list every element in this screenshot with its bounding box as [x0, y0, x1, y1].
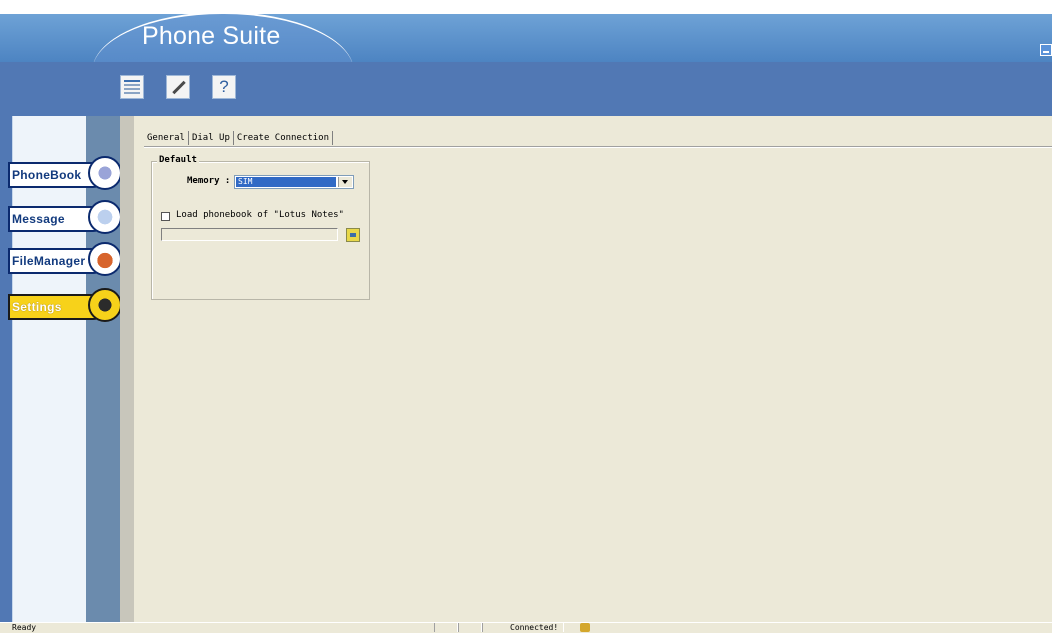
sidebar-panel	[12, 116, 87, 622]
lotus-path-input[interactable]	[161, 228, 338, 241]
status-bar: Ready Connected!	[0, 622, 1052, 633]
settings-icon	[88, 288, 122, 322]
tab-general[interactable]: General	[144, 131, 189, 145]
lotus-notes-label: Load phonebook of "Lotus Notes"	[176, 210, 344, 220]
sidebar-strip	[86, 116, 120, 622]
phonebook-icon	[88, 156, 122, 190]
message-icon	[88, 200, 122, 234]
tab-create-connection[interactable]: Create Connection	[234, 131, 333, 145]
browse-folder-icon[interactable]	[346, 228, 360, 242]
content-shade	[120, 116, 134, 622]
sidebar-item-label: Settings	[12, 300, 62, 314]
app-title: Phone Suite	[142, 22, 281, 50]
help-button[interactable]: ?	[212, 75, 236, 99]
lotus-notes-checkbox[interactable]	[161, 212, 170, 221]
document-button[interactable]	[120, 75, 144, 99]
memory-label: Memory :	[187, 176, 231, 186]
sidebar-item-label: PhoneBook	[12, 168, 82, 182]
settings-tabs: General Dial Up Create Connection	[144, 131, 333, 146]
edit-icon	[172, 80, 186, 95]
sidebar-rail	[0, 116, 12, 622]
connection-icon	[580, 623, 590, 632]
sidebar-item-message[interactable]: Message	[8, 200, 122, 234]
tab-dial-up[interactable]: Dial Up	[189, 131, 234, 145]
chevron-down-icon[interactable]	[338, 177, 352, 187]
document-icon	[124, 80, 140, 82]
memory-value: SIM	[236, 177, 336, 187]
minimize-button[interactable]	[1040, 44, 1052, 56]
title-bar: Phone Suite	[0, 0, 1052, 86]
status-pane	[458, 623, 482, 632]
sidebar-item-filemanager[interactable]: FileManager	[8, 242, 122, 276]
tab-divider	[144, 146, 1052, 148]
edit-button[interactable]	[166, 75, 190, 99]
help-icon: ?	[219, 77, 229, 96]
sidebar: PhoneBook Message FileManager Settings	[0, 116, 122, 622]
sidebar-item-settings[interactable]: Settings	[8, 288, 122, 322]
group-title: Default	[157, 155, 199, 165]
filemanager-icon	[88, 242, 122, 276]
sidebar-item-label: FileManager	[12, 254, 86, 268]
status-pane	[434, 623, 458, 632]
toolbar: ?	[0, 62, 1052, 116]
sidebar-item-label: Message	[12, 212, 65, 226]
memory-select[interactable]: SIM	[234, 175, 354, 189]
sidebar-item-phonebook[interactable]: PhoneBook	[8, 156, 122, 190]
